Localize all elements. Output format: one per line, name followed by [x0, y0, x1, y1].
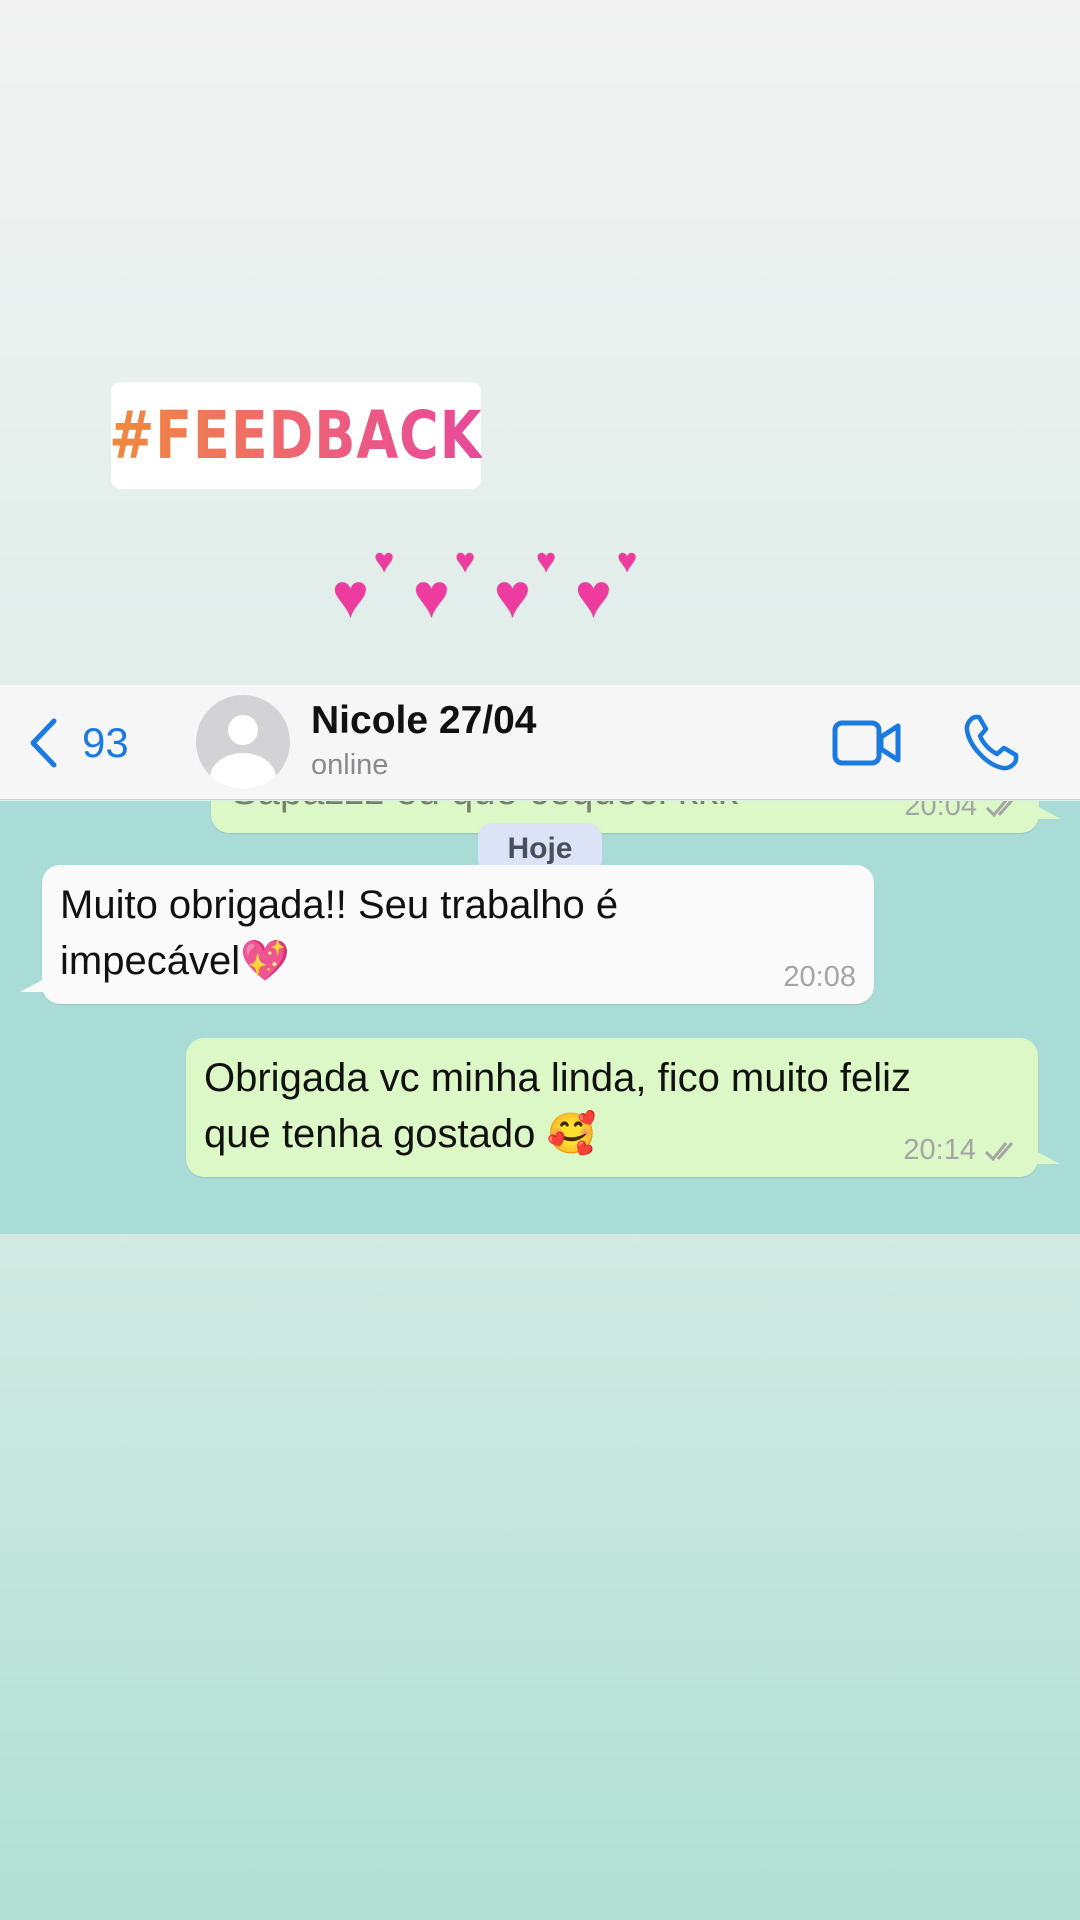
message-text: Muito obrigada!! Seu trabalho é impecáve…: [60, 883, 619, 983]
avatar[interactable]: [196, 695, 290, 789]
two-hearts-icon: ♥ ♥: [332, 542, 395, 631]
chat-header: 93 Nicole 27/04 online: [0, 685, 1080, 800]
contact-name[interactable]: Nicole 27/04: [311, 699, 536, 743]
message-time: 20:08: [783, 961, 856, 993]
voice-call-button[interactable]: [962, 713, 1020, 773]
two-hearts-icon: ♥ ♥: [494, 542, 557, 631]
bubble-tail: [1035, 805, 1061, 819]
bubble-tail: [20, 978, 46, 992]
chat-area[interactable]: Sapazzz eu que cequeci kkk 20:04 Hoje Mu…: [0, 801, 1080, 1234]
contact-status: online: [311, 749, 389, 781]
message-text: Obrigada vc minha linda, fico muito feli…: [204, 1056, 911, 1156]
message-time: 20:04: [904, 801, 977, 822]
chevron-left-icon: [30, 718, 57, 768]
two-hearts-icon: ♥ ♥: [575, 542, 638, 631]
two-hearts-icon: ♥ ♥: [413, 542, 476, 631]
message-meta: 20:08: [783, 961, 856, 994]
phone-icon: [964, 714, 1019, 771]
bubble-tail: [1034, 1150, 1060, 1164]
double-check-icon: [985, 801, 1013, 817]
message-meta: 20:04: [904, 801, 1021, 823]
message-text: Sapazzz eu que cequeci kkk: [231, 801, 738, 819]
avatar-head-shape: [228, 715, 258, 745]
double-check-icon: [984, 1141, 1014, 1161]
avatar-body-shape: [210, 753, 276, 789]
message-bubble-incoming[interactable]: Muito obrigada!! Seu trabalho é impecáve…: [20, 865, 874, 1004]
video-call-button[interactable]: [832, 715, 902, 771]
hashtag-text: #FEEDBACK: [109, 397, 483, 474]
message-meta: 20:14: [903, 1134, 1020, 1167]
hearts-sticker: ♥ ♥ ♥ ♥ ♥ ♥ ♥ ♥: [332, 542, 652, 631]
video-camera-icon: [832, 720, 901, 766]
message-bubble-outgoing[interactable]: Obrigada vc minha linda, fico muito feli…: [186, 1038, 1060, 1177]
hashtag-sticker: #FEEDBACK: [109, 382, 483, 489]
back-button[interactable]: 93: [28, 715, 129, 771]
message-time: 20:14: [903, 1134, 976, 1166]
message-bubble-outgoing-previous[interactable]: Sapazzz eu que cequeci kkk 20:04: [211, 801, 1061, 833]
unread-count: 93: [82, 719, 129, 766]
